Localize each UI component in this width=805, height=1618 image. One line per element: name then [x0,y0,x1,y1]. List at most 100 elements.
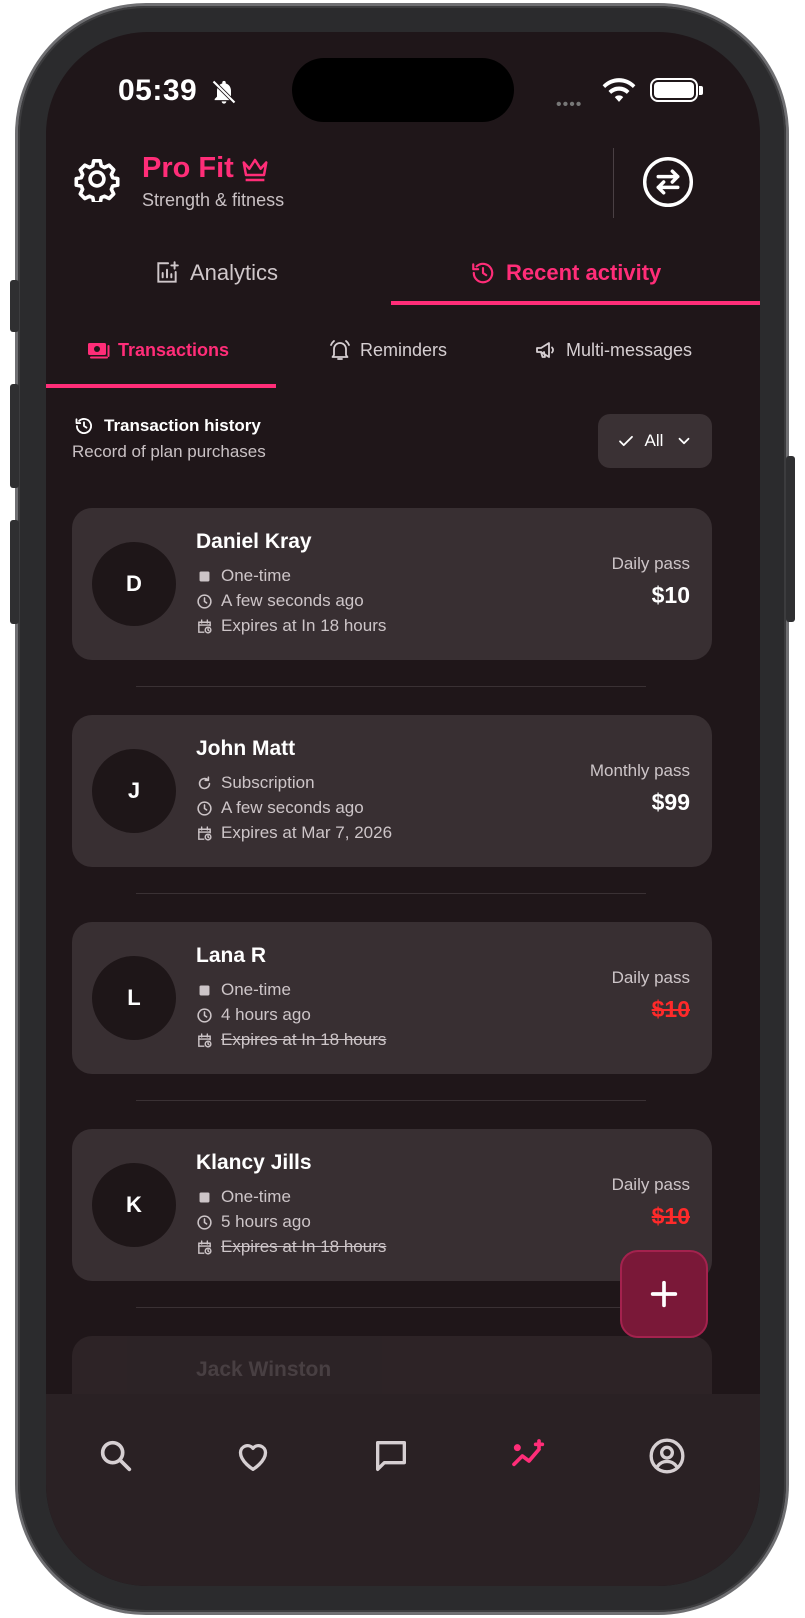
bottom-navigation [46,1394,760,1586]
expiry-label: Expires at In 18 hours [221,1030,387,1049]
tab-transactions-label: Transactions [118,339,230,360]
member-name: Jack Winston [196,1358,332,1381]
profile-icon [649,1438,685,1474]
plan-name: Daily pass [611,968,690,987]
history-icon [472,262,494,284]
calendar-clock-icon [198,1032,212,1048]
plan-price: $10 [651,1203,690,1229]
chevron-down-icon [679,437,690,445]
plus-icon [650,1280,678,1308]
avatar: K [92,1163,176,1247]
tab-reminders[interactable]: Reminders [328,330,447,370]
divider [136,1307,646,1308]
action-button [10,280,19,332]
nav-favorites[interactable] [233,1436,273,1476]
filter-label: All [644,431,664,450]
plan-name: Daily pass [611,1175,690,1194]
settings-gear-icon[interactable] [74,156,120,202]
transaction-card[interactable]: D Daniel Kray One-time A few seconds ago… [72,508,712,660]
transaction-card[interactable]: K Klancy Jills One-time 5 hours ago Expi… [72,1129,712,1281]
analytics-icon [157,261,179,283]
bell-off-icon [212,80,236,104]
tab-transactions[interactable]: Transactions [86,330,229,370]
clock-icon [197,593,212,609]
transaction-card[interactable]: J John Matt Subscription A few seconds a… [72,715,712,867]
purchase-time-label: 4 hours ago [221,1005,311,1024]
filter-dropdown[interactable]: All [598,414,712,468]
plan-name: Monthly pass [589,761,690,780]
activity-icon [512,1439,545,1467]
expiry-label: Expires at In 18 hours [221,1237,387,1256]
member-name: Daniel Kray [196,530,312,553]
calendar-clock-icon [198,1239,212,1255]
payment-type-label: One-time [221,980,291,999]
clock-icon [197,1007,212,1023]
heart-icon [238,1444,268,1471]
expiry: Expires at In 18 hours [196,1030,386,1050]
tab-recent-activity[interactable]: Recent activity [470,248,661,298]
expiry: Expires at In 18 hours [196,616,386,636]
tab-reminders-label: Reminders [360,339,448,360]
brand-name: Pro Fit [142,152,234,184]
volume-down-button [10,520,19,624]
add-transaction-button[interactable] [620,1250,708,1338]
clock-icon [197,1214,212,1230]
member-name: Lana R [196,944,267,967]
payment-type: Subscription [196,773,315,793]
refresh-icon [198,775,211,789]
expiry: Expires at Mar 7, 2026 [196,823,392,843]
plan-price: $10 [651,582,690,608]
expiry-label: Expires at Mar 7, 2026 [221,823,393,842]
chat-icon [376,1441,406,1471]
expiry: Expires at In 18 hours [196,1237,386,1257]
section-subtitle: Record of plan purchases [72,442,266,461]
status-time: 05:39 [118,74,198,107]
tab-multi-messages-label: Multi-messages [566,339,693,360]
history-icon [75,418,92,435]
app-screen: 05:39 •••• Pro Fit Strength & fitness An… [46,32,760,1586]
square-icon [199,1192,210,1202]
member-name: Klancy Jills [196,1151,312,1174]
wifi-icon [602,78,636,102]
tab-analytics[interactable]: Analytics [154,248,278,298]
expiry-label: Expires at In 18 hours [221,616,387,635]
signal-dots: •••• [556,96,583,113]
purchase-time: 5 hours ago [196,1212,311,1232]
nav-messages[interactable] [371,1436,411,1476]
divider [136,893,646,894]
plan-price: $99 [651,789,690,815]
header-divider [613,148,614,218]
purchase-time-label: A few seconds ago [221,798,364,817]
alarm-bell-icon [330,340,350,360]
square-icon [199,985,210,995]
transaction-card[interactable]: L Lana R One-time 4 hours ago Expires at… [72,922,712,1074]
section-title: Transaction history [104,416,261,435]
member-name: John Matt [196,737,296,760]
purchase-time: A few seconds ago [196,591,364,611]
clock-icon [197,800,212,816]
tab-multi-messages[interactable]: Multi-messages [534,330,692,370]
volume-up-button [10,384,19,488]
divider [136,1100,646,1101]
brand-subtitle: Strength & fitness [142,190,285,210]
dynamic-island [292,58,514,122]
avatar: L [92,956,176,1040]
crown-icon [242,158,268,182]
switch-gym-button[interactable] [642,156,694,208]
money-icon [88,343,110,359]
plan-price: $10 [651,996,690,1022]
calendar-clock-icon [198,618,212,634]
tab-recent-activity-label: Recent activity [506,260,662,285]
check-icon [618,435,633,447]
square-icon [199,571,210,581]
payment-type: One-time [196,566,291,586]
nav-profile[interactable] [647,1436,687,1476]
tab-analytics-label: Analytics [190,260,279,285]
nav-search[interactable] [96,1436,136,1476]
battery-icon [650,78,703,102]
search-icon [100,1440,132,1472]
active-subtab-indicator [46,384,276,388]
avatar: J [92,749,176,833]
power-button [786,456,795,622]
nav-activity[interactable] [509,1436,549,1476]
